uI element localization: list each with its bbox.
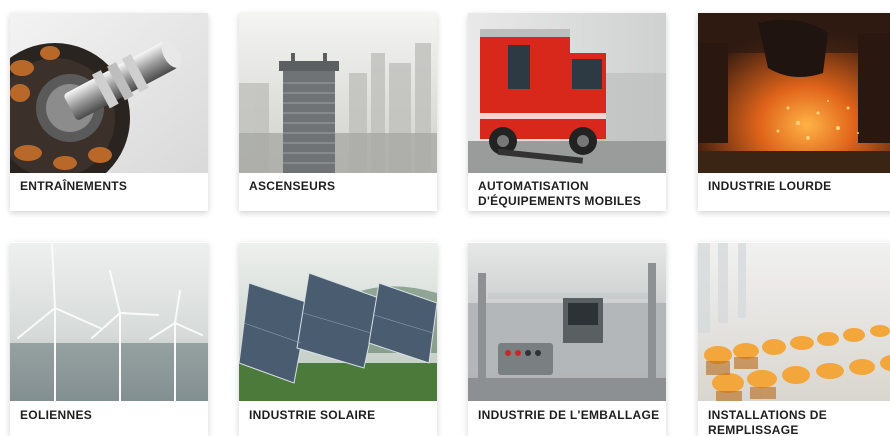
card-label: INSTALLATIONS DE REMPLISSAGE xyxy=(708,408,828,436)
solar-panels-image xyxy=(239,242,437,402)
category-card-drives[interactable]: ENTRAÎNEMENTS xyxy=(10,13,208,211)
steel-foundry-image xyxy=(698,13,890,173)
card-label: ENTRAÎNEMENTS xyxy=(20,179,128,193)
category-card-elevators[interactable]: ASCENSEURS xyxy=(239,13,437,211)
skyscraper-image xyxy=(239,13,437,173)
category-card-solar-industry[interactable]: INDUSTRIE SOLAIRE xyxy=(239,242,437,436)
electric-motor-image xyxy=(10,13,208,173)
card-label: INDUSTRIE DE L'EMBALLAGE xyxy=(478,408,660,422)
card-label: INDUSTRIE SOLAIRE xyxy=(249,408,376,422)
packaging-machine-image xyxy=(468,242,666,402)
category-card-heavy-industry[interactable]: INDUSTRIE LOURDE xyxy=(698,13,890,211)
card-label: AUTOMATISATION D'ÉQUIPEMENTS MOBILES xyxy=(478,179,642,208)
category-card-wind-turbines[interactable]: EOLIENNES xyxy=(10,242,208,436)
category-card-mobile-automation[interactable]: AUTOMATISATION D'ÉQUIPEMENTS MOBILES xyxy=(468,13,666,211)
bottle-filling-image xyxy=(698,242,890,402)
fire-truck-image xyxy=(468,13,666,173)
card-label: ASCENSEURS xyxy=(249,179,336,193)
category-card-filling-installations[interactable]: INSTALLATIONS DE REMPLISSAGE xyxy=(698,242,890,436)
card-label: INDUSTRIE LOURDE xyxy=(708,179,832,193)
wind-turbines-image xyxy=(10,242,208,402)
card-label: EOLIENNES xyxy=(20,408,93,422)
category-card-packaging[interactable]: INDUSTRIE DE L'EMBALLAGE xyxy=(468,242,666,436)
